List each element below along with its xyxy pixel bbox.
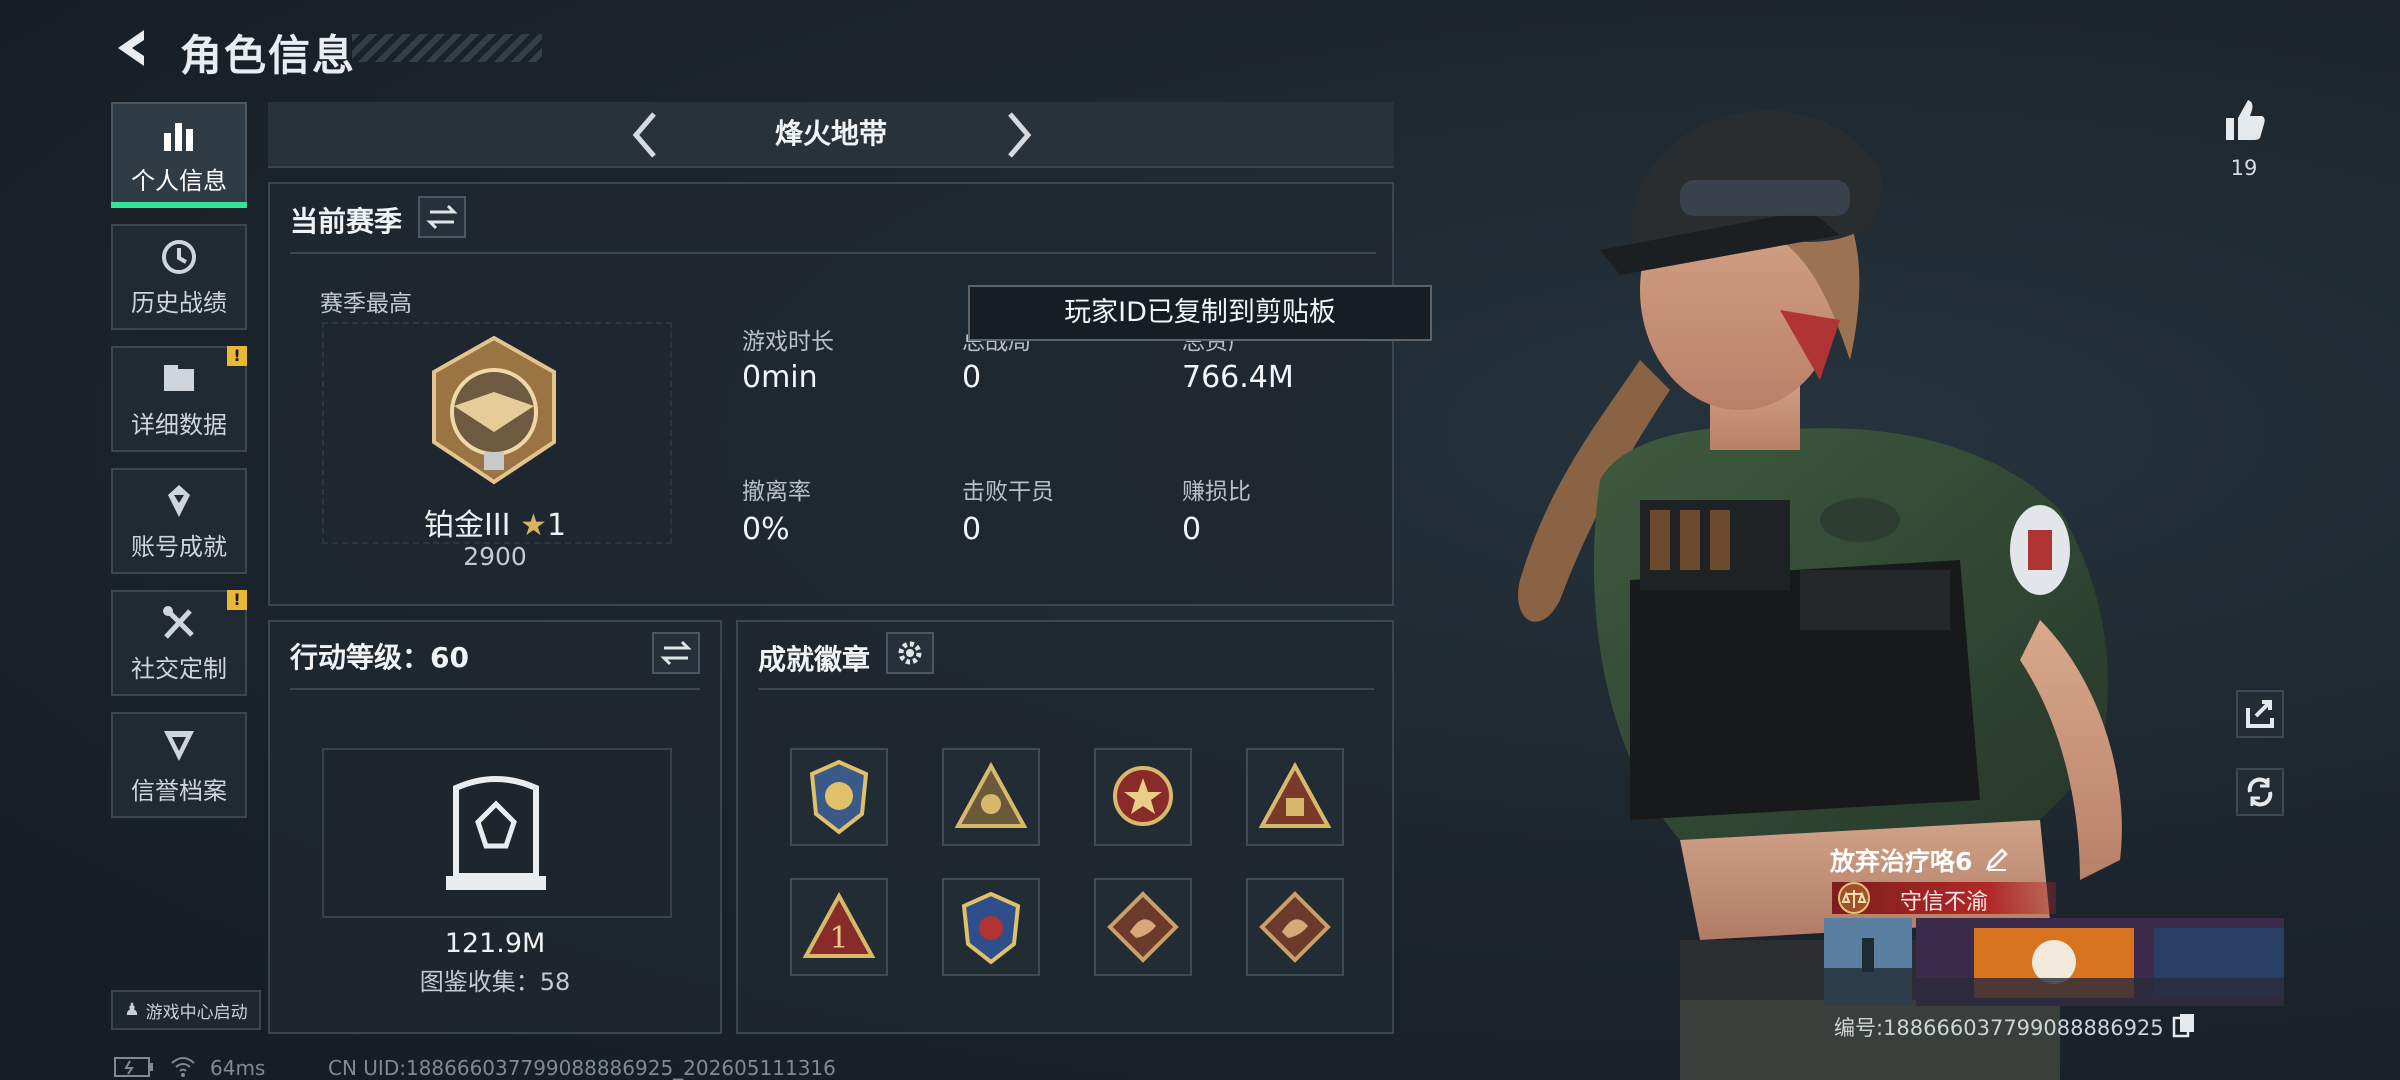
sidebar-item-reputation[interactable]: 信誉档案	[111, 712, 247, 818]
sidebar-item-label: 社交定制	[131, 654, 227, 683]
badge-triangle-one-icon: 1	[802, 891, 876, 958]
edit-name-icon[interactable]	[1984, 846, 2010, 872]
rank-medal-icon	[432, 335, 556, 485]
achievement-badge[interactable]	[1094, 878, 1192, 976]
mode-name: 烽火地带	[774, 117, 887, 150]
refresh-button[interactable]	[2236, 768, 2284, 816]
rank-score: 2900	[463, 542, 527, 571]
stat-label: 游戏时长	[742, 329, 834, 355]
share-icon	[2246, 700, 2274, 728]
divider	[758, 688, 1374, 690]
alert-badge: !	[227, 346, 247, 366]
battery-icon	[114, 1057, 153, 1077]
launch-label: 游戏中心启动	[145, 1002, 248, 1023]
season-title: 当前赛季	[290, 205, 403, 238]
divider	[290, 252, 1376, 254]
gear-icon	[898, 641, 922, 665]
next-mode-icon[interactable]	[998, 110, 1038, 160]
uid-text: CN UID:1886660377990888869​25_2026051113…	[328, 1056, 836, 1080]
player-number: 编号:18866603779908888692​5	[1834, 1016, 2164, 1040]
title-tag-text: 守信不渝	[1900, 890, 1989, 915]
stat-label: 击败干员	[962, 479, 1054, 505]
game-center-launch-button[interactable]: ♟ 游戏中心启动	[111, 990, 261, 1030]
achievement-badge[interactable]	[1246, 878, 1344, 976]
sidebar-item-label: 详细数据	[131, 410, 227, 439]
achievement-badge[interactable]	[942, 748, 1040, 846]
action-level-title: 行动等级：60	[290, 641, 469, 674]
share-button[interactable]	[2236, 690, 2284, 738]
stat-label: 赚损比	[1182, 479, 1251, 505]
stat-value: 0	[1182, 512, 1202, 547]
achievement-badge[interactable]	[1246, 748, 1344, 846]
achievement-badge[interactable]	[942, 878, 1040, 976]
copy-icon[interactable]	[2172, 1012, 2196, 1038]
season-best-label: 赛季最高	[320, 291, 412, 317]
stat-value: 0min	[742, 360, 818, 395]
rank-stars: 1	[546, 508, 567, 543]
swap-icon	[426, 204, 458, 230]
achievement-icon	[168, 484, 190, 517]
sidebar-item-history[interactable]: 历史战绩	[111, 224, 247, 330]
rank-name: 铂金III	[423, 508, 511, 543]
swap-icon	[660, 640, 692, 666]
back-arrow-icon[interactable]	[108, 24, 156, 72]
collection-count: 图鉴收集：58	[419, 968, 571, 996]
title-decoration	[352, 34, 542, 62]
rank-name-row: 铂金III ★1	[322, 500, 668, 544]
sidebar-item-label: 账号成就	[131, 532, 227, 561]
achievement-badge[interactable]: 1	[790, 878, 888, 976]
sidebar-item-personal-info[interactable]: 个人信息	[111, 102, 247, 208]
player-name: 放弃治疗咯6	[1830, 847, 1973, 876]
like-count: 19	[2230, 156, 2258, 180]
history-clock-icon	[162, 239, 196, 274]
like-thumb-icon[interactable]	[2220, 96, 2268, 144]
ping-text: 64ms	[210, 1056, 266, 1080]
badge-blue-shield-icon	[961, 891, 1021, 965]
wifi-icon	[171, 1057, 195, 1077]
sidebar-item-label: 历史战绩	[131, 288, 227, 317]
badge-triangle-team-icon	[954, 761, 1028, 828]
prev-mode-icon[interactable]	[626, 110, 666, 160]
season-switch-button[interactable]	[418, 196, 466, 238]
copy-toast: 玩家ID已复制到剪贴板	[968, 285, 1432, 341]
stat-label: 撤离率	[742, 479, 811, 505]
refresh-icon	[2247, 777, 2273, 807]
stat-value: 0	[962, 512, 982, 547]
folder-icon	[164, 364, 194, 391]
collection-value: 121.9M	[444, 928, 546, 959]
achievements-settings-button[interactable]	[886, 632, 934, 674]
title-scale-icon	[1838, 882, 1870, 914]
achievement-badge[interactable]	[790, 748, 888, 846]
achievements-title: 成就徽章	[758, 643, 871, 676]
page-title: 角色信息	[180, 31, 357, 80]
divider	[290, 688, 700, 690]
badge-dragon-2-icon	[1259, 891, 1331, 963]
badge-triangle-box-icon	[1258, 761, 1332, 828]
sidebar-item-social[interactable]: 社交定制 !	[111, 590, 247, 696]
stat-value: 0%	[742, 512, 790, 547]
achievement-badge[interactable]	[1094, 748, 1192, 846]
alert-badge: !	[227, 590, 247, 610]
badge-dragon-icon	[1107, 891, 1179, 963]
stat-value: 766.4M	[1182, 360, 1294, 395]
game-center-icon: ♟	[124, 1000, 140, 1020]
sidebar-item-achievements[interactable]: 账号成就	[111, 468, 247, 574]
sidebar-item-label: 个人信息	[131, 166, 227, 195]
bar-chart-icon	[164, 122, 193, 151]
svg-text:1: 1	[829, 921, 848, 956]
sidebar-item-label: 信誉档案	[131, 776, 227, 805]
collection-display-icon	[446, 776, 546, 890]
sidebar-item-details[interactable]: 详细数据 !	[111, 346, 247, 452]
action-level-switch-button[interactable]	[652, 632, 700, 674]
profile-banner[interactable]	[1824, 918, 2284, 1006]
star-icon: ★	[520, 508, 547, 543]
reputation-icon	[164, 730, 194, 761]
stat-value: 0	[962, 360, 982, 395]
tools-icon	[163, 605, 194, 639]
badge-star-round-icon	[1113, 766, 1173, 826]
badge-shield-icon	[809, 759, 869, 835]
